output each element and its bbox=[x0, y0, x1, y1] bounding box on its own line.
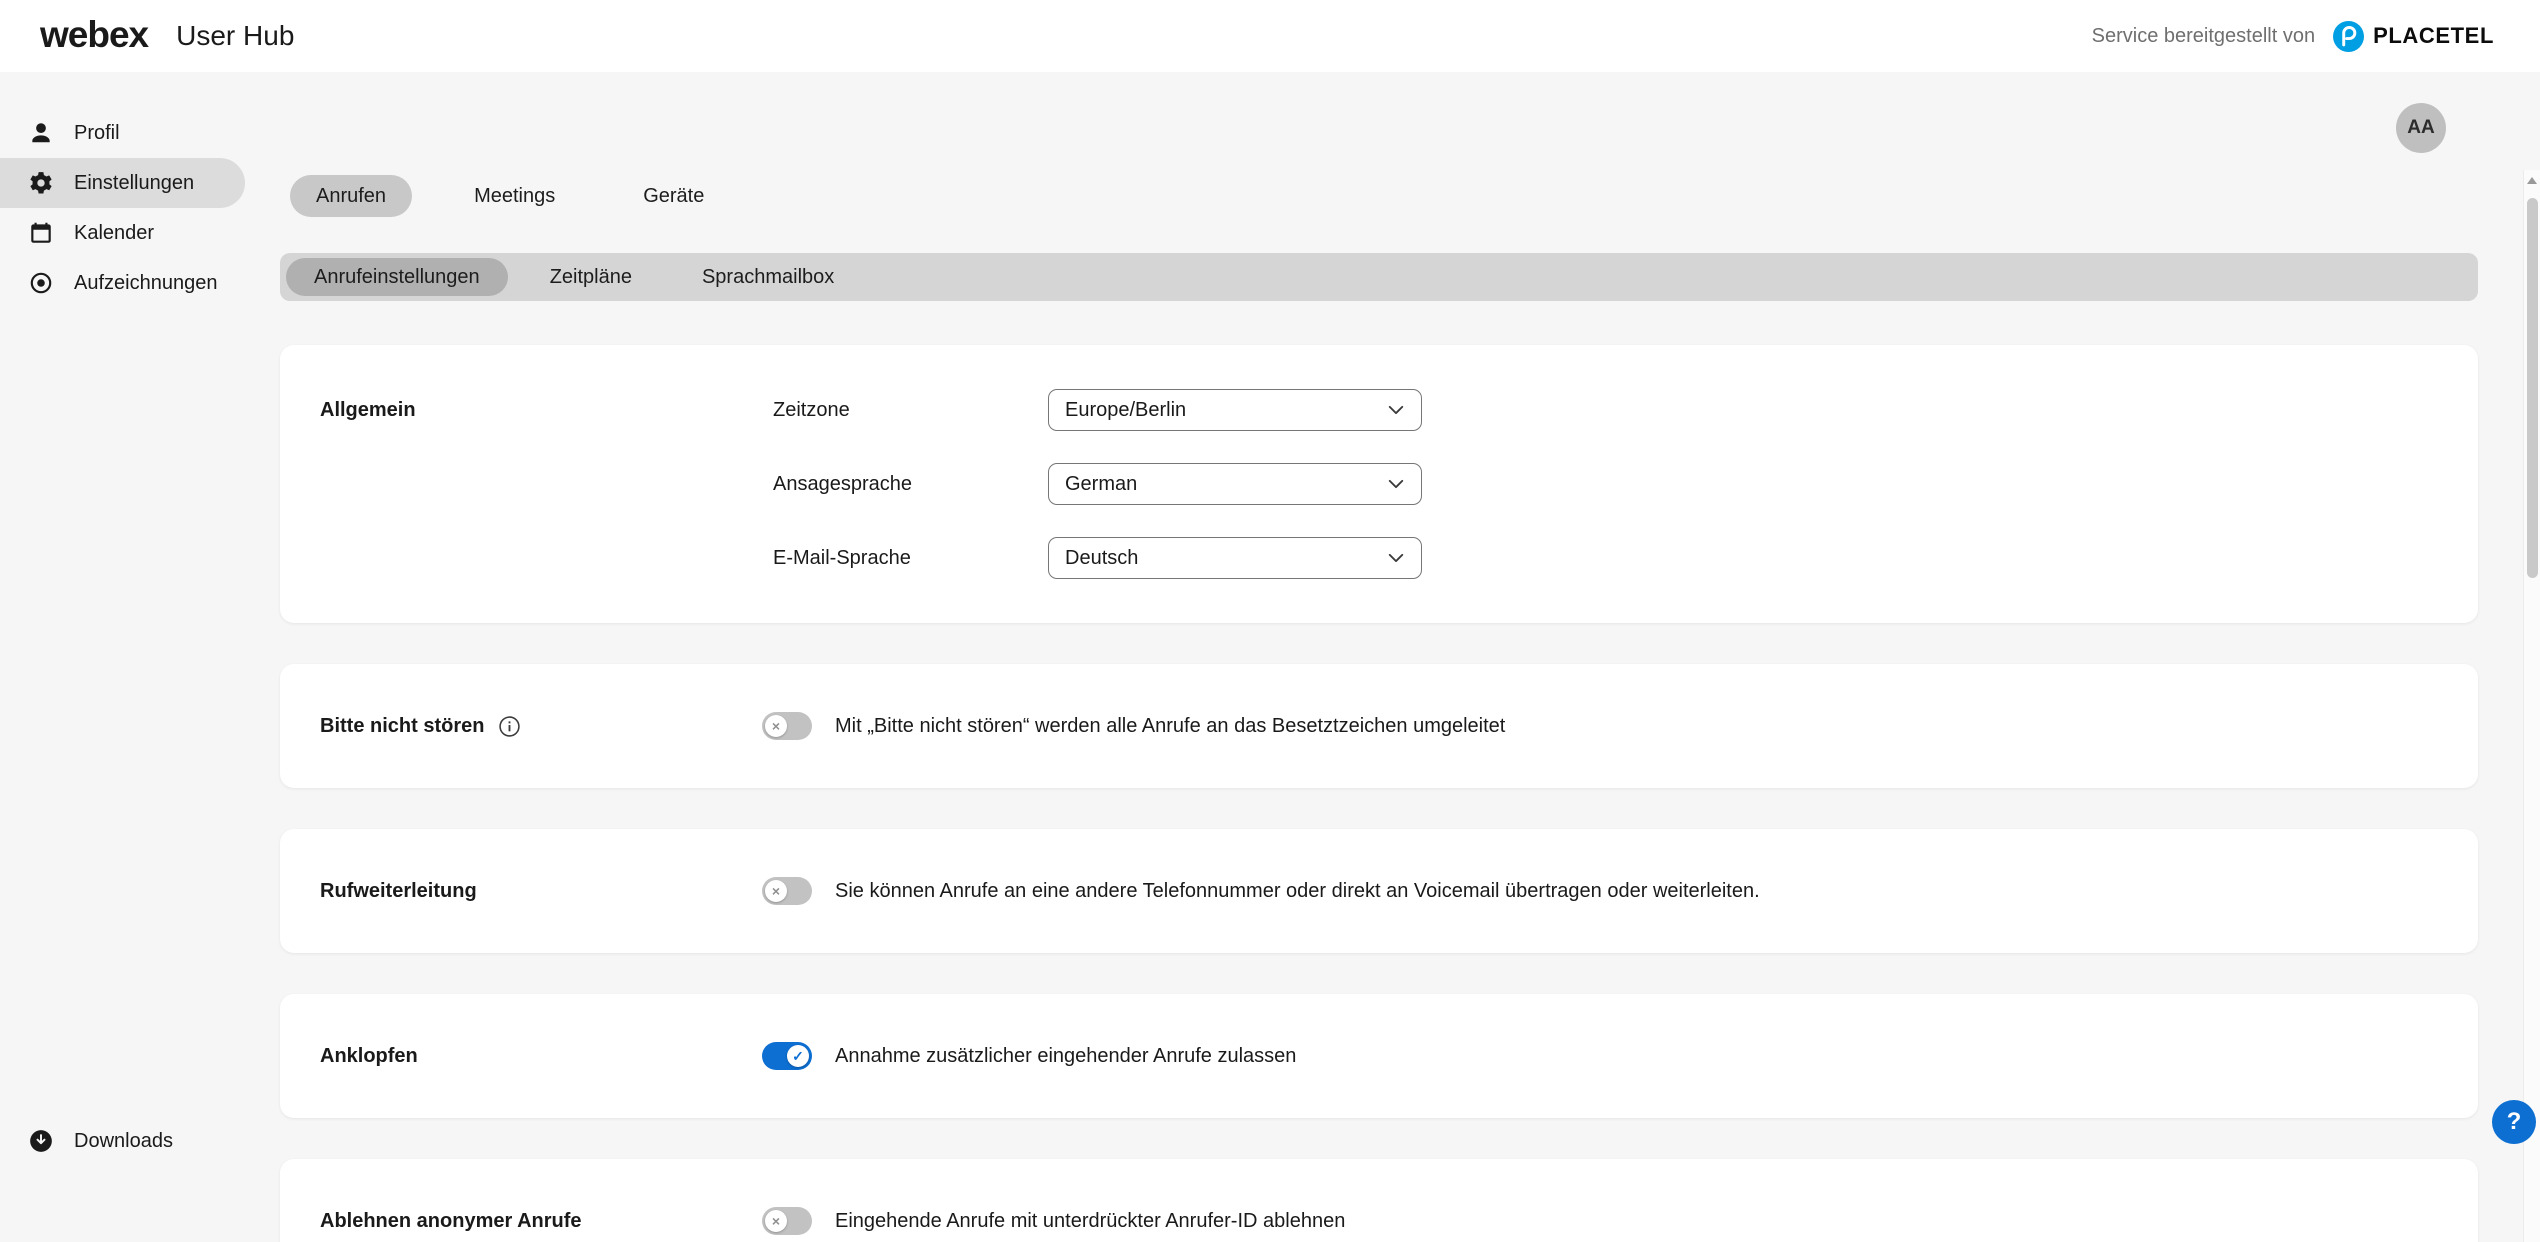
setting-title: Ablehnen anonymer Anrufe bbox=[320, 1210, 762, 1233]
toggle-knob: ×✓ bbox=[787, 1045, 809, 1067]
subtab-sprachmailbox[interactable]: Sprachmailbox bbox=[674, 258, 862, 296]
sidebar: Profil Einstellungen Kalender Aufzeichnu… bbox=[0, 72, 245, 1242]
tab-geraete[interactable]: Geräte bbox=[617, 175, 730, 217]
toggle-knob: ×✓ bbox=[765, 880, 787, 902]
sidebar-item-label: Kalender bbox=[74, 222, 154, 245]
call-forwarding-card: Rufweiterleitung ×✓ Sie können Anrufe an… bbox=[280, 829, 2478, 953]
setting-description: Annahme zusätzlicher eingehender Anrufe … bbox=[835, 1045, 1296, 1068]
service-provider-text: Service bereitgestellt von bbox=[2092, 25, 2315, 48]
scroll-up-arrow-icon[interactable] bbox=[2527, 177, 2537, 184]
tab-bar: Anrufen Meetings Geräte bbox=[290, 175, 2478, 217]
sidebar-item-kalender[interactable]: Kalender bbox=[0, 208, 245, 258]
subtab-bar: Anrufeinstellungen Zeitpläne Sprachmailb… bbox=[280, 253, 2478, 301]
placetel-wordmark: PLACETEL bbox=[2373, 23, 2494, 49]
form-row-email-sprache: E-Mail-Sprache Deutsch bbox=[773, 537, 1422, 579]
setting-description: Mit „Bitte nicht stören“ werden alle Anr… bbox=[835, 715, 1505, 738]
sidebar-item-downloads[interactable]: Downloads bbox=[0, 1116, 245, 1166]
webex-logo[interactable]: webex bbox=[40, 14, 148, 59]
toggle-knob: ×✓ bbox=[765, 715, 787, 737]
announcement-language-select[interactable]: German bbox=[1048, 463, 1422, 505]
tab-meetings[interactable]: Meetings bbox=[448, 175, 581, 217]
calendar-icon bbox=[28, 220, 54, 246]
chevron-down-icon bbox=[1386, 548, 1406, 568]
sidebar-item-label: Einstellungen bbox=[74, 172, 194, 195]
subtab-anrufeinstellungen[interactable]: Anrufeinstellungen bbox=[286, 258, 508, 296]
placetel-mark-icon bbox=[2333, 21, 2364, 52]
placetel-logo: PLACETEL bbox=[2333, 21, 2494, 52]
sidebar-item-aufzeichnungen[interactable]: Aufzeichnungen bbox=[0, 258, 245, 308]
x-icon: × bbox=[772, 718, 780, 734]
anonymous-call-rejection-toggle[interactable]: ×✓ bbox=[762, 1207, 812, 1235]
select-value: Europe/Berlin bbox=[1065, 399, 1186, 422]
sidebar-item-einstellungen[interactable]: Einstellungen bbox=[0, 158, 245, 208]
general-form: Zeitzone Europe/Berlin Ansagesprache Ger… bbox=[773, 389, 1422, 579]
chevron-down-icon bbox=[1386, 474, 1406, 494]
page-title: User Hub bbox=[176, 20, 294, 52]
field-label: Zeitzone bbox=[773, 399, 1048, 422]
form-row-zeitzone: Zeitzone Europe/Berlin bbox=[773, 389, 1422, 431]
select-value: Deutsch bbox=[1065, 547, 1138, 570]
setting-description: Eingehende Anrufe mit unterdrückter Anru… bbox=[835, 1210, 1345, 1233]
call-waiting-toggle[interactable]: ×✓ bbox=[762, 1042, 812, 1070]
call-waiting-card: Anklopfen ×✓ Annahme zusätzlicher eingeh… bbox=[280, 994, 2478, 1118]
record-icon bbox=[28, 270, 54, 296]
gear-icon bbox=[28, 170, 54, 196]
select-value: German bbox=[1065, 473, 1137, 496]
field-label: E-Mail-Sprache bbox=[773, 547, 1048, 570]
setting-title-text: Anklopfen bbox=[320, 1045, 418, 1068]
setting-title: Rufweiterleitung bbox=[320, 880, 762, 903]
setting-title: Bitte nicht stören bbox=[320, 715, 762, 738]
setting-title-text: Bitte nicht stören bbox=[320, 715, 484, 738]
sidebar-item-label: Aufzeichnungen bbox=[74, 272, 217, 295]
service-provider: Service bereitgestellt von PLACETEL bbox=[2092, 21, 2494, 52]
general-settings-card: Allgemein Zeitzone Europe/Berlin Ansages… bbox=[280, 345, 2478, 623]
check-icon: ✓ bbox=[792, 1048, 804, 1065]
call-forwarding-toggle[interactable]: ×✓ bbox=[762, 877, 812, 905]
setting-description: Sie können Anrufe an eine andere Telefon… bbox=[835, 880, 1760, 903]
subtab-zeitplaene[interactable]: Zeitpläne bbox=[522, 258, 660, 296]
form-row-ansagesprache: Ansagesprache German bbox=[773, 463, 1422, 505]
download-icon bbox=[28, 1128, 54, 1154]
x-icon: × bbox=[772, 1213, 780, 1229]
email-language-select[interactable]: Deutsch bbox=[1048, 537, 1422, 579]
app-header: webex User Hub Service bereitgestellt vo… bbox=[0, 0, 2540, 72]
section-title-allgemein: Allgemein bbox=[320, 389, 773, 579]
toggle-knob: ×✓ bbox=[765, 1210, 787, 1232]
scrollbar-thumb[interactable] bbox=[2527, 198, 2538, 578]
setting-title-text: Rufweiterleitung bbox=[320, 880, 477, 903]
x-icon: × bbox=[772, 883, 780, 899]
setting-title-text: Ablehnen anonymer Anrufe bbox=[320, 1210, 582, 1233]
dnd-toggle[interactable]: ×✓ bbox=[762, 712, 812, 740]
brand: webex User Hub bbox=[40, 14, 294, 59]
help-button[interactable]: ? bbox=[2492, 1100, 2536, 1144]
sidebar-item-label: Profil bbox=[74, 122, 120, 145]
sidebar-item-label: Downloads bbox=[74, 1130, 173, 1153]
dnd-card: Bitte nicht stören ×✓ Mit „Bitte nicht s… bbox=[280, 664, 2478, 788]
setting-title: Anklopfen bbox=[320, 1045, 762, 1068]
info-icon[interactable] bbox=[498, 715, 521, 738]
field-label: Ansagesprache bbox=[773, 473, 1048, 496]
chevron-down-icon bbox=[1386, 400, 1406, 420]
avatar[interactable]: AA bbox=[2396, 103, 2446, 153]
tab-anrufen[interactable]: Anrufen bbox=[290, 175, 412, 217]
scrollbar[interactable] bbox=[2523, 170, 2540, 1242]
timezone-select[interactable]: Europe/Berlin bbox=[1048, 389, 1422, 431]
main-content: Anrufen Meetings Geräte Anrufeinstellung… bbox=[245, 72, 2540, 1242]
anonymous-call-rejection-card: Ablehnen anonymer Anrufe ×✓ Eingehende A… bbox=[280, 1159, 2478, 1242]
person-icon bbox=[28, 120, 54, 146]
sidebar-item-profil[interactable]: Profil bbox=[0, 108, 245, 158]
